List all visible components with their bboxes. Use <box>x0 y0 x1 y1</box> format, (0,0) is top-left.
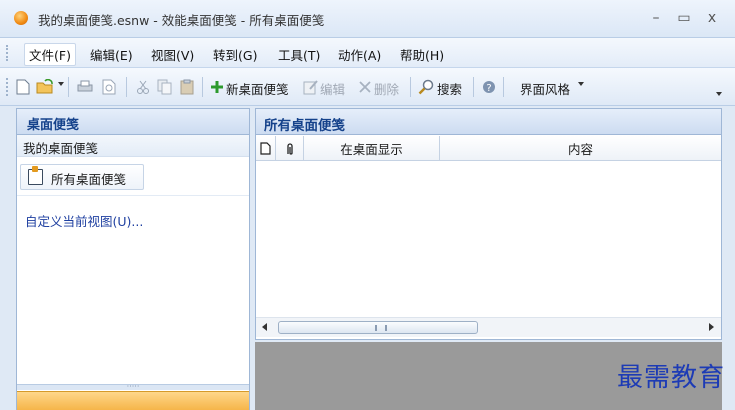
notes-icon <box>28 166 43 185</box>
maximize-button[interactable]: ▭ <box>675 9 693 27</box>
toolbar-grip[interactable] <box>6 78 9 96</box>
edit-icon[interactable] <box>302 78 320 96</box>
open-dropdown-icon[interactable] <box>58 82 64 86</box>
menu-file[interactable]: 文件(F) <box>24 43 76 66</box>
pane-splitter[interactable]: ····· <box>17 383 249 391</box>
title-bar: 我的桌面便笺.esnw - 效能桌面便笺 - 所有桌面便笺 – ▭ x <box>0 0 735 38</box>
notes-list-pane: 所有桌面便笺 在桌面显示 内容 <box>255 108 722 340</box>
menu-grip[interactable] <box>6 45 9 61</box>
column-header-row: 在桌面显示 内容 <box>256 136 721 161</box>
navigation-pane-header: 桌面便笺 <box>17 109 249 135</box>
app-icon <box>14 11 28 25</box>
toolbar: 新桌面便笺 编辑 删除 搜索 ? 界面风格 <box>0 68 735 106</box>
svg-text:?: ? <box>486 83 491 94</box>
column-content[interactable]: 内容 <box>440 136 721 161</box>
menu-action[interactable]: 动作(A) <box>336 45 383 64</box>
theme-dropdown-icon[interactable] <box>578 82 584 86</box>
nav-item-label: 所有桌面便笺 <box>51 172 127 187</box>
print-icon[interactable] <box>76 78 94 96</box>
cut-icon[interactable] <box>134 78 152 96</box>
search-button[interactable]: 搜索 <box>437 79 462 98</box>
open-folder-icon[interactable] <box>36 78 54 96</box>
close-button[interactable]: x <box>703 9 721 27</box>
search-icon[interactable] <box>417 78 435 96</box>
watermark: 最需教育 <box>616 363 725 393</box>
add-icon[interactable] <box>208 78 226 96</box>
list-pane-header: 所有桌面便笺 <box>256 109 721 135</box>
delete-button[interactable]: 删除 <box>374 79 399 98</box>
delete-icon[interactable] <box>356 78 374 96</box>
print-preview-icon[interactable] <box>100 78 118 96</box>
column-show-on-desktop[interactable]: 在桌面显示 <box>304 136 440 161</box>
window-title: 我的桌面便笺.esnw - 效能桌面便笺 - 所有桌面便笺 <box>38 13 325 28</box>
nav-item-all-notes[interactable]: 所有桌面便笺 <box>20 164 144 190</box>
menu-edit[interactable]: 编辑(E) <box>88 45 135 64</box>
column-note-icon[interactable] <box>256 136 276 161</box>
customize-view-link[interactable]: 自定义当前视图(U)... <box>25 211 143 230</box>
toolbar-overflow-icon[interactable] <box>716 92 722 96</box>
minimize-button[interactable]: – <box>647 9 665 27</box>
edit-button[interactable]: 编辑 <box>320 79 345 98</box>
scroll-left-icon[interactable] <box>262 323 267 331</box>
menu-tools[interactable]: 工具(T) <box>276 45 322 64</box>
help-icon[interactable]: ? <box>480 78 498 96</box>
menu-view[interactable]: 视图(V) <box>149 45 196 64</box>
notebook-group-label[interactable]: 我的桌面便笺 <box>17 135 249 157</box>
menu-goto[interactable]: 转到(G) <box>211 45 259 64</box>
new-file-icon[interactable] <box>14 78 32 96</box>
new-note-button[interactable]: 新桌面便笺 <box>226 79 289 98</box>
menu-bar: 文件(F) 编辑(E) 视图(V) 转到(G) 工具(T) 动作(A) 帮助(H… <box>0 38 735 68</box>
navigation-pane: 桌面便笺 我的桌面便笺 所有桌面便笺 自定义当前视图(U)... ····· <box>16 108 250 410</box>
navigation-bottom-tab[interactable] <box>17 391 249 410</box>
paste-icon[interactable] <box>178 78 196 96</box>
column-attachment-icon[interactable] <box>276 136 304 161</box>
horizontal-scrollbar[interactable] <box>256 317 721 337</box>
scrollbar-thumb[interactable] <box>278 321 478 334</box>
theme-dropdown[interactable]: 界面风格 <box>520 79 570 98</box>
scroll-right-icon[interactable] <box>709 323 714 331</box>
menu-help[interactable]: 帮助(H) <box>398 45 446 64</box>
copy-icon[interactable] <box>156 78 174 96</box>
